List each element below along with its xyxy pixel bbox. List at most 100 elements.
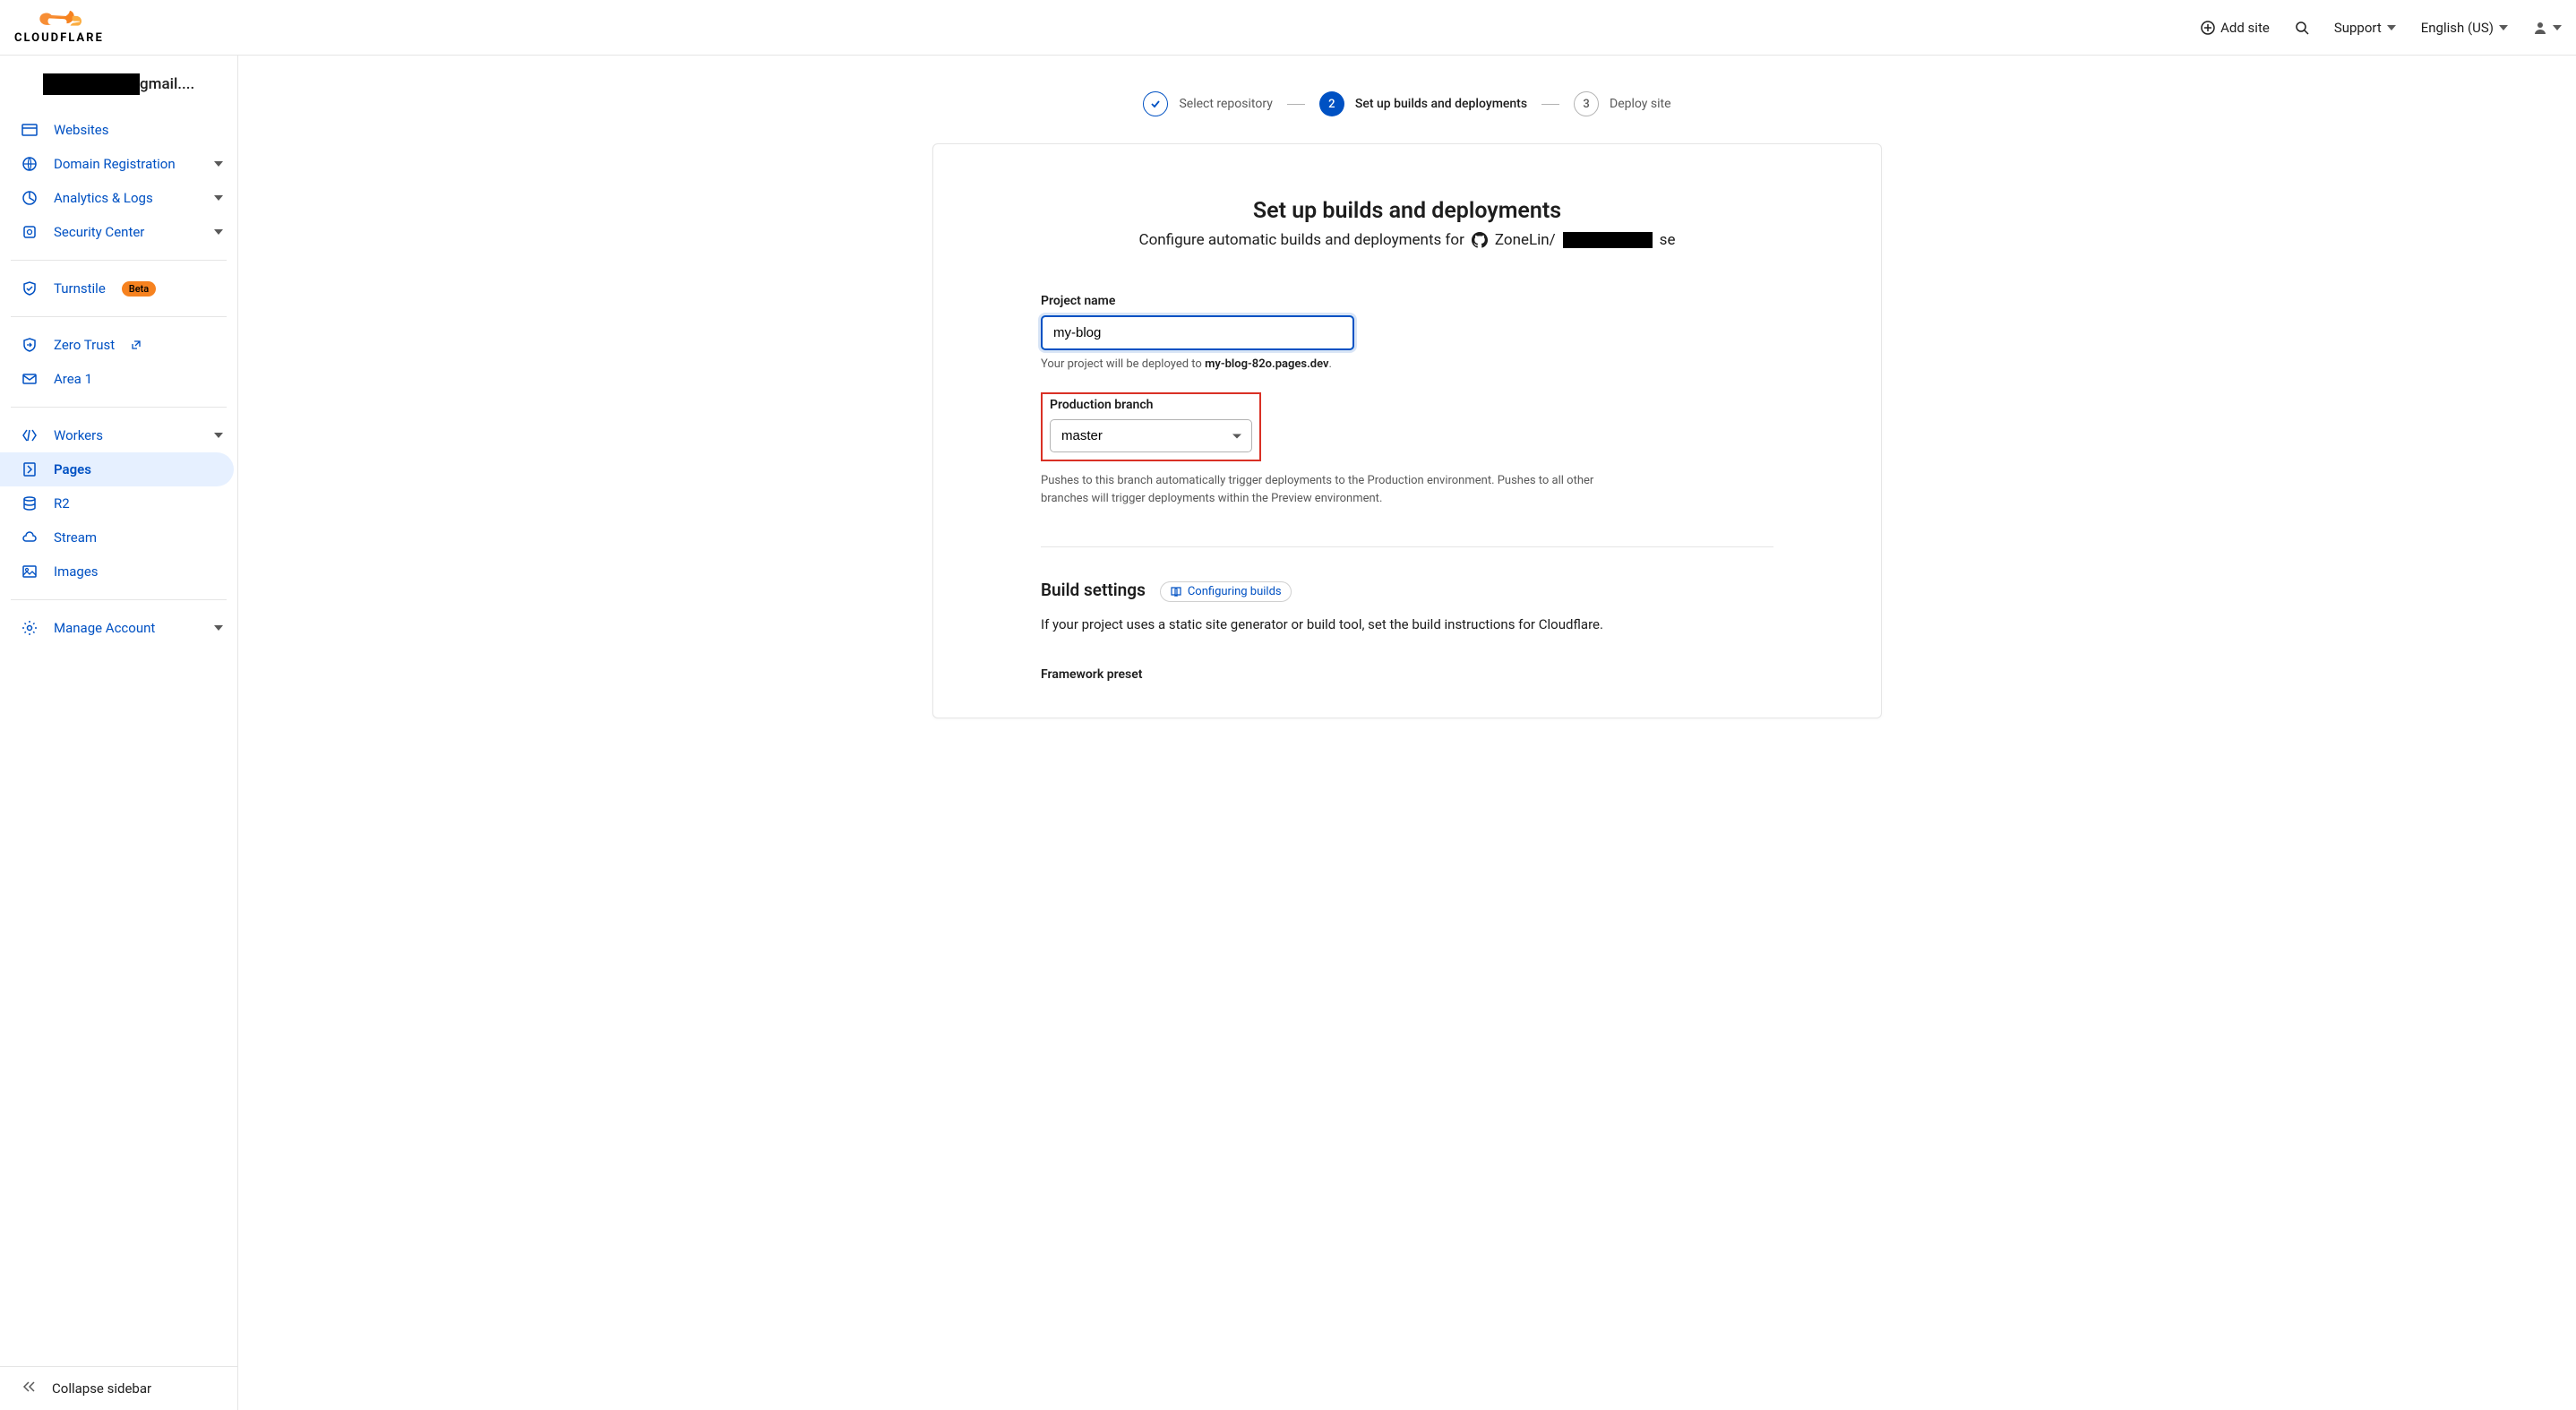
arrow-in-icon <box>21 337 38 353</box>
step-label: Select repository <box>1179 97 1272 111</box>
database-icon <box>21 495 38 512</box>
beta-badge: Beta <box>122 281 156 297</box>
collapse-sidebar-button[interactable]: Collapse sidebar <box>0 1366 237 1410</box>
sidebar-item-label: Websites <box>54 122 108 138</box>
sidebar-item-websites[interactable]: Websites <box>0 113 237 147</box>
sidebar-item-images[interactable]: Images <box>0 555 237 589</box>
repo-suffix: se <box>1660 231 1676 249</box>
chart-icon <box>21 190 38 206</box>
support-label: Support <box>2334 20 2382 36</box>
sidebar-item-workers[interactable]: Workers <box>0 418 237 452</box>
configuring-builds-label: Configuring builds <box>1188 585 1282 598</box>
workers-icon <box>21 427 38 443</box>
sidebar-item-label: Domain Registration <box>54 156 176 172</box>
sidebar-item-label: Area 1 <box>54 371 92 387</box>
sidebar-item-label: Manage Account <box>54 620 155 636</box>
production-branch-label: Production branch <box>1050 398 1252 412</box>
collapse-label: Collapse sidebar <box>52 1380 151 1397</box>
sidebar-item-zero-trust[interactable]: Zero Trust <box>0 328 237 362</box>
sidebar-item-analytics[interactable]: Analytics & Logs <box>0 181 237 215</box>
logo-text: CLOUDFLARE <box>14 31 104 45</box>
globe-icon <box>21 156 38 172</box>
sidebar-item-label: Turnstile <box>54 280 106 297</box>
chevron-down-icon <box>214 229 223 235</box>
sidebar-item-r2[interactable]: R2 <box>0 486 237 520</box>
sidebar-item-label: Zero Trust <box>54 337 115 353</box>
add-site-label: Add site <box>2220 20 2270 36</box>
shield-icon <box>21 224 38 240</box>
collapse-icon <box>21 1380 36 1397</box>
sidebar-item-pages[interactable]: Pages <box>0 452 234 486</box>
setup-card: Set up builds and deployments Configure … <box>932 143 1882 718</box>
sidebar-item-stream[interactable]: Stream <box>0 520 237 555</box>
sidebar-item-turnstile[interactable]: Turnstile Beta <box>0 271 237 305</box>
github-icon <box>1472 232 1488 248</box>
search-button[interactable] <box>2295 21 2309 35</box>
step-2: 2 Set up builds and deployments <box>1319 91 1527 116</box>
chevron-down-icon <box>214 195 223 201</box>
chevron-down-icon <box>214 625 223 631</box>
framework-preset-label: Framework preset <box>1041 667 1773 682</box>
account-selector[interactable]: gmail.... <box>0 56 237 109</box>
external-link-icon <box>131 340 142 350</box>
chevron-down-icon <box>2499 25 2508 30</box>
cloudflare-logo[interactable]: CLOUDFLARE <box>14 10 104 45</box>
step-3: 3 Deploy site <box>1574 91 1671 116</box>
page-title: Set up builds and deployments <box>1041 198 1773 224</box>
gear-icon <box>21 620 38 636</box>
step-1[interactable]: Select repository <box>1143 91 1272 116</box>
chevron-down-icon <box>214 433 223 438</box>
build-settings-heading: Build settings <box>1041 580 1146 600</box>
main-content: Select repository 2 Set up builds and de… <box>238 56 2576 1410</box>
pages-icon <box>21 461 38 477</box>
sidebar-item-label: Pages <box>54 461 91 477</box>
sidebar: gmail.... Websites Domain Registration A… <box>0 56 238 1410</box>
chevron-down-icon <box>214 161 223 167</box>
divider <box>1041 546 1773 547</box>
sidebar-item-label: Analytics & Logs <box>54 190 153 206</box>
sidebar-item-label: Workers <box>54 427 103 443</box>
sidebar-item-label: Images <box>54 563 99 580</box>
stepper: Select repository 2 Set up builds and de… <box>238 56 2576 143</box>
browser-icon <box>21 122 38 138</box>
divider <box>11 260 227 261</box>
production-branch-select[interactable]: master <box>1050 419 1252 452</box>
project-name-label: Project name <box>1041 294 1773 308</box>
production-branch-highlight: Production branch master <box>1041 392 1261 461</box>
step-label: Deploy site <box>1610 97 1671 111</box>
plus-circle-icon <box>2201 21 2215 35</box>
configuring-builds-link[interactable]: Configuring builds <box>1160 581 1292 602</box>
step-number: 3 <box>1574 91 1599 116</box>
header-actions: Add site Support English (US) <box>2201 20 2562 36</box>
language-dropdown[interactable]: English (US) <box>2421 20 2508 36</box>
image-icon <box>21 563 38 580</box>
support-dropdown[interactable]: Support <box>2334 20 2396 36</box>
cloud-icon <box>21 529 38 546</box>
sidebar-item-manage-account[interactable]: Manage Account <box>0 611 237 645</box>
add-site-button[interactable]: Add site <box>2201 20 2270 36</box>
sidebar-item-security-center[interactable]: Security Center <box>0 215 237 249</box>
step-number: 2 <box>1319 91 1344 116</box>
divider <box>11 407 227 408</box>
cloud-icon <box>37 10 82 30</box>
production-branch-help: Pushes to this branch automatically trig… <box>1041 472 1605 507</box>
account-redacted <box>43 73 140 95</box>
check-shield-icon <box>21 280 38 297</box>
repo-redacted <box>1563 232 1653 248</box>
account-suffix: gmail.... <box>140 75 194 93</box>
sidebar-item-label: Stream <box>54 529 97 546</box>
divider <box>11 599 227 600</box>
chevron-down-icon <box>2553 25 2562 30</box>
check-icon <box>1143 91 1168 116</box>
step-label: Set up builds and deployments <box>1355 97 1527 111</box>
user-menu[interactable] <box>2533 21 2562 35</box>
sidebar-item-domain-registration[interactable]: Domain Registration <box>0 147 237 181</box>
repo-owner: ZoneLin/ <box>1495 231 1556 249</box>
step-connector <box>1287 104 1305 105</box>
book-icon <box>1170 586 1182 598</box>
divider <box>11 316 227 317</box>
search-icon <box>2295 21 2309 35</box>
sidebar-item-area1[interactable]: Area 1 <box>0 362 237 396</box>
project-name-input[interactable] <box>1041 315 1354 350</box>
language-label: English (US) <box>2421 20 2494 36</box>
